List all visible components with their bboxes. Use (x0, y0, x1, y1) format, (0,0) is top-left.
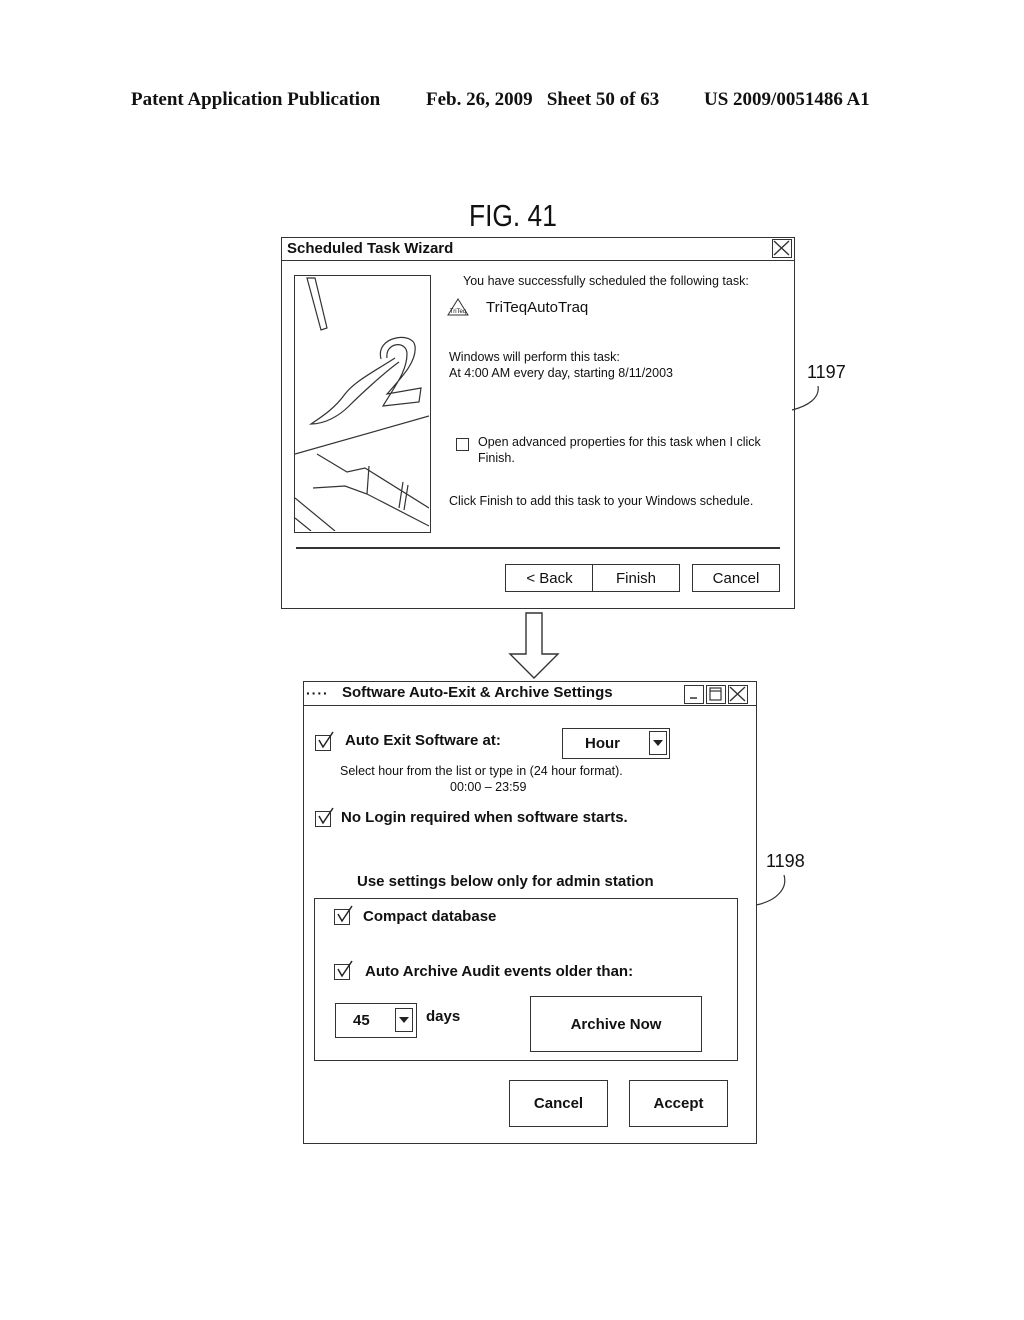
hour-hint: Select hour from the list or type in (24… (340, 764, 623, 778)
wizard-titlebar: Scheduled Task Wizard (282, 238, 794, 261)
pen-and-number-two-icon (294, 277, 430, 532)
down-arrow-icon (508, 612, 560, 679)
settings-cancel-button[interactable]: Cancel (509, 1080, 608, 1127)
figure-label: FIG. 41 (469, 198, 557, 233)
titlebar-dots: ···· (306, 685, 329, 701)
admin-heading: Use settings below only for admin statio… (357, 873, 654, 890)
reference-1197: 1197 (807, 362, 846, 382)
advanced-properties-checkbox[interactable] (456, 438, 469, 451)
chevron-down-icon[interactable] (395, 1008, 413, 1032)
minimize-icon[interactable] (684, 685, 704, 704)
advanced-properties-label-line2: Finish. (478, 451, 515, 465)
settings-close-icon[interactable] (728, 685, 748, 704)
compact-database-label: Compact database (363, 908, 497, 925)
checkmark-icon (318, 807, 334, 825)
days-dropdown[interactable]: 45 (335, 1003, 417, 1038)
auto-archive-checkbox[interactable] (334, 960, 353, 980)
archive-now-button[interactable]: Archive Now (530, 996, 702, 1052)
settings-title: Software Auto-Exit & Archive Settings (342, 684, 613, 701)
finish-hint: Click Finish to add this task to your Wi… (449, 494, 754, 508)
close-icon[interactable] (772, 239, 792, 258)
auto-exit-label: Auto Exit Software at: (345, 732, 501, 749)
settings-titlebar: ···· Software Auto-Exit & Archive Settin… (304, 682, 756, 706)
checkmark-icon (318, 731, 334, 749)
admin-settings-group: Compact database Auto Archive Audit even… (314, 898, 738, 1061)
scheduled-task-wizard-window: Scheduled Task Wizard You have successfu… (281, 237, 795, 609)
days-dropdown-value: 45 (353, 1012, 370, 1029)
maximize-icon[interactable] (706, 685, 726, 704)
accept-button[interactable]: Accept (629, 1080, 728, 1127)
auto-exit-checkbox[interactable] (315, 731, 334, 751)
leader-line-1197 (791, 385, 819, 411)
days-label: days (426, 1008, 461, 1025)
back-button[interactable]: < Back (505, 564, 594, 592)
wizard-cancel-button[interactable]: Cancel (692, 564, 780, 592)
checkmark-icon (337, 905, 353, 923)
no-login-checkbox[interactable] (315, 807, 334, 827)
reference-1198: 1198 (766, 851, 805, 871)
compact-database-checkbox[interactable] (334, 905, 353, 925)
hour-dropdown[interactable]: Hour (562, 728, 670, 759)
success-text: You have successfully scheduled the foll… (463, 274, 749, 288)
patent-number: US 2009/0051486 A1 (704, 89, 870, 110)
settings-window: ···· Software Auto-Exit & Archive Settin… (303, 681, 757, 1144)
checkmark-icon (337, 960, 353, 978)
publication-label: Patent Application Publication (131, 89, 381, 110)
triteq-logo-icon: TriTeq (446, 298, 470, 323)
wizard-title: Scheduled Task Wizard (287, 240, 454, 257)
wizard-illustration (294, 275, 431, 533)
wizard-divider (296, 547, 780, 549)
advanced-properties-label-line1: Open advanced properties for this task w… (478, 435, 761, 449)
auto-archive-label: Auto Archive Audit events older than: (365, 963, 634, 980)
date-sheet-label: Feb. 26, 2009 Sheet 50 of 63 (426, 89, 660, 110)
hour-dropdown-value: Hour (585, 735, 620, 752)
svg-text:TriTeq: TriTeq (450, 309, 466, 315)
no-login-label: No Login required when software starts. (341, 809, 628, 826)
hour-range: 00:00 – 23:59 (450, 780, 527, 794)
leader-line-1198 (755, 874, 786, 906)
schedule-text: At 4:00 AM every day, starting 8/11/2003 (449, 366, 673, 380)
task-name: TriTeqAutoTraq (486, 299, 589, 316)
perform-text: Windows will perform this task: (449, 350, 620, 364)
chevron-down-icon[interactable] (649, 731, 667, 755)
finish-button[interactable]: Finish (592, 564, 680, 592)
